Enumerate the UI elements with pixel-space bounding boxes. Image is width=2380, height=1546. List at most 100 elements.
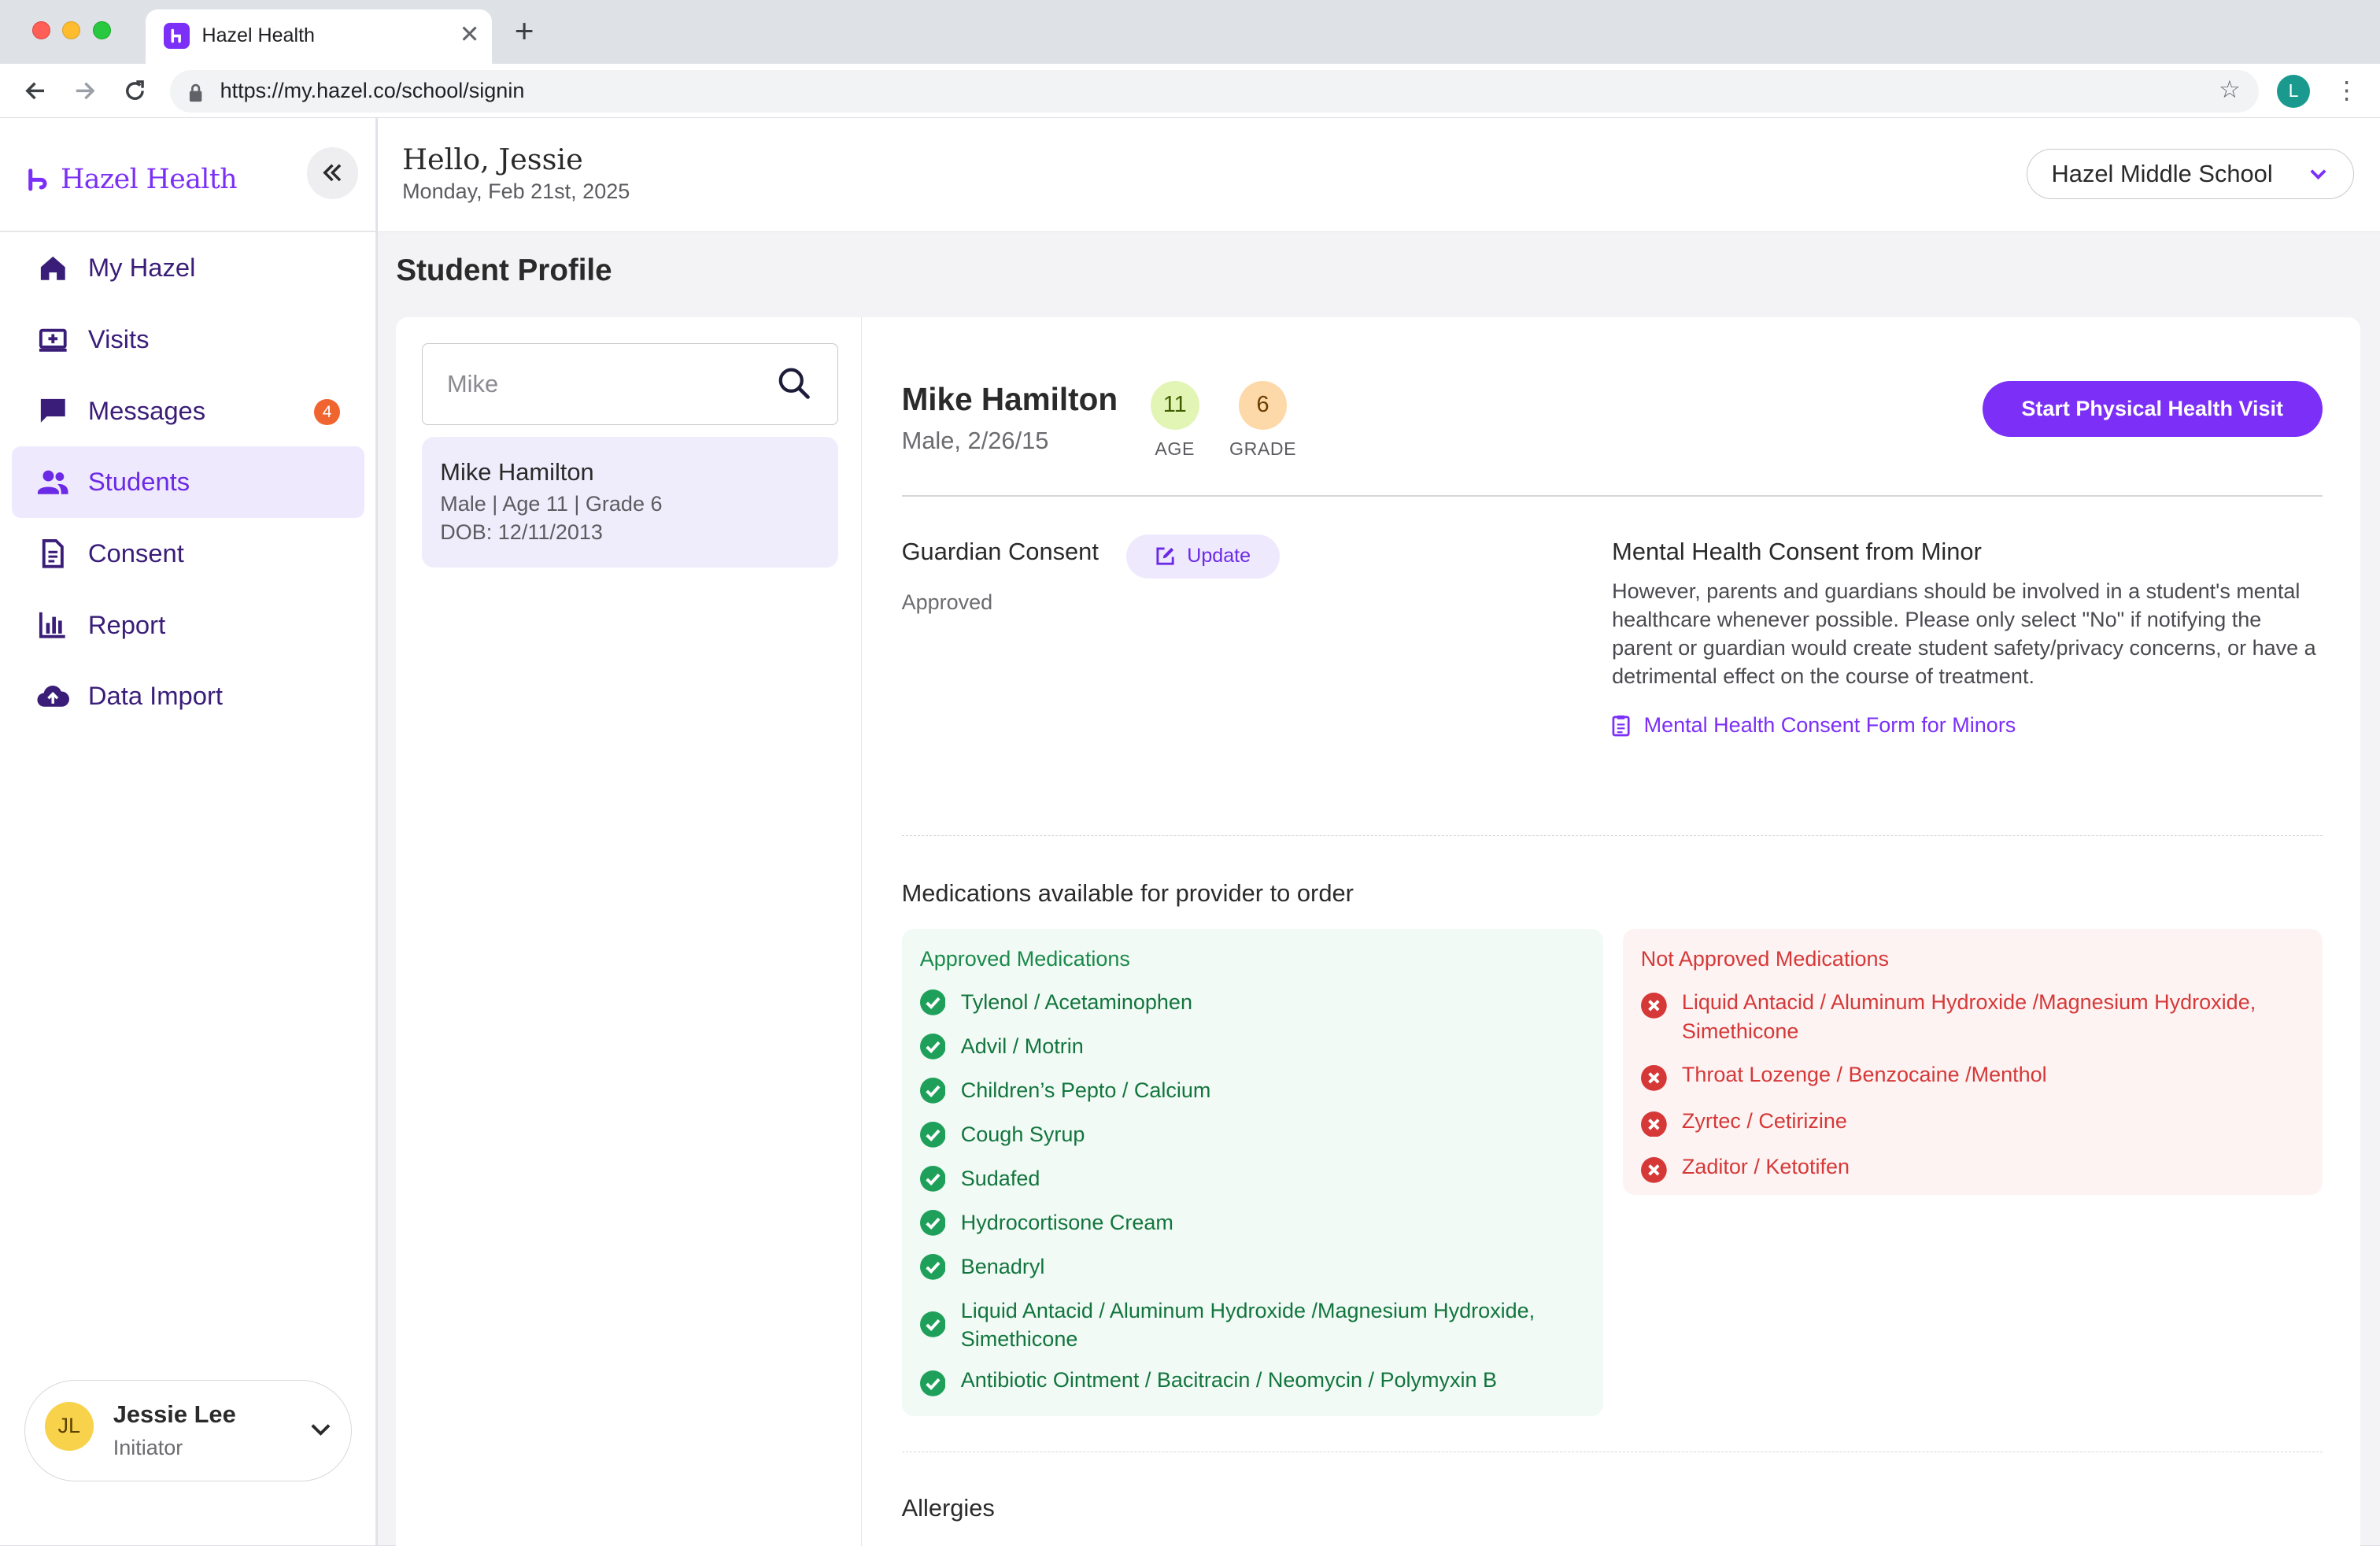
browser-tab-bar: Hazel Health ✕ +	[0, 0, 2380, 64]
student-search-field[interactable]: Mike	[422, 342, 838, 425]
medication-name: Benadryl	[960, 1255, 1045, 1279]
browser-menu-icon[interactable]: ⋮	[2334, 76, 2359, 106]
brand-name: Hazel Health	[61, 164, 237, 196]
sidebar-item-label: Messages	[87, 395, 206, 425]
unread-count-badge: 4	[314, 399, 340, 425]
medication-name: Throat Lozenge / Benzocaine /Menthol	[1681, 1063, 2047, 1087]
user-role: Initiator	[113, 1435, 183, 1459]
check-circle-icon	[919, 1122, 946, 1148]
sidebar-item-data-import[interactable]: Data Import	[12, 660, 364, 732]
home-icon	[36, 251, 69, 284]
browser-tab[interactable]: Hazel Health ✕	[146, 9, 492, 64]
approved-medications-list: Tylenol / Acetaminophen Advil / Motrin C…	[919, 988, 1538, 1411]
collapse-sidebar-button[interactable]	[306, 147, 359, 199]
cloud-upload-icon	[36, 679, 70, 712]
chevron-down-icon	[2308, 163, 2329, 191]
school-selector-value: Hazel Middle School	[2051, 159, 2273, 187]
sidebar-item-label: Consent	[87, 538, 184, 568]
check-circle-icon	[919, 1311, 946, 1337]
list-item: Children’s Pepto / Calcium	[919, 1076, 1538, 1104]
school-selector[interactable]: Hazel Middle School	[2026, 148, 2355, 199]
edit-icon	[1156, 547, 1174, 565]
check-circle-icon	[919, 1370, 946, 1396]
student-result-meta: Male | Age 11 | Grade 6	[440, 491, 663, 516]
list-item: Tylenol / Acetaminophen	[919, 988, 1538, 1016]
sidebar-item-label: Visits	[87, 324, 150, 354]
start-physical-health-visit-button[interactable]: Start Physical Health Visit	[1982, 381, 2323, 438]
sidebar-item-students[interactable]: Students	[12, 446, 364, 518]
sidebar-item-consent[interactable]: Consent	[12, 518, 364, 590]
list-item: Hydrocortisone Cream	[919, 1208, 1538, 1237]
sidebar-item-label: Report	[87, 609, 166, 639]
main-content: Student Profile Mike Mike Hamilton Male …	[378, 232, 2380, 1546]
maximize-window-button[interactable]	[92, 21, 111, 40]
address-bar[interactable]: https://my.hazel.co/school/signin ☆	[170, 69, 2259, 113]
minimize-window-button[interactable]	[62, 21, 81, 40]
user-name: Jessie Lee	[113, 1400, 236, 1429]
list-item: Zaditor / Ketotifen	[1640, 1152, 2259, 1183]
clipboard-icon	[1612, 716, 1630, 737]
reload-icon[interactable]	[120, 76, 150, 106]
page-title: Student Profile	[396, 253, 612, 288]
tab-close-icon[interactable]: ✕	[460, 20, 480, 50]
double-chevron-left-icon	[323, 164, 342, 182]
sidebar-item-messages[interactable]: Messages 4	[12, 375, 364, 446]
search-icon[interactable]	[776, 365, 812, 408]
browser-profile-avatar[interactable]: L	[2276, 74, 2311, 108]
mental-health-consent-form-link[interactable]: Mental Health Consent Form for Minors	[1612, 713, 2016, 738]
bookmark-star-icon[interactable]: ☆	[2219, 76, 2241, 104]
sidebar-nav: My Hazel Visits Messages 4 Students Cons…	[12, 232, 364, 731]
grade-stat: 6 GRADE	[1228, 381, 1298, 460]
list-item: Cough Syrup	[919, 1120, 1538, 1148]
guardian-consent-status: Approved	[901, 590, 993, 615]
medication-name: Advil / Motrin	[960, 1034, 1084, 1059]
medication-name: Liquid Antacid / Aluminum Hydroxide /Mag…	[960, 1298, 1536, 1351]
browser-toolbar: https://my.hazel.co/school/signin ☆ L ⋮	[0, 64, 2380, 119]
sidebar-item-label: My Hazel	[87, 253, 196, 283]
sidebar-item-report[interactable]: Report	[12, 589, 364, 660]
list-item: Liquid Antacid / Aluminum Hydroxide /Mag…	[919, 1296, 1538, 1353]
list-item: Advil / Motrin	[919, 1032, 1538, 1060]
x-circle-icon	[1640, 993, 1667, 1019]
sidebar-item-visits[interactable]: Visits	[12, 304, 364, 375]
current-date: Monday, Feb 21st, 2025	[402, 179, 630, 203]
age-label: AGE	[1155, 438, 1195, 460]
document-icon	[36, 537, 69, 570]
sidebar: Hazel Health My Hazel Visits Messages 4 …	[0, 118, 377, 1546]
list-item: Sudafed	[919, 1164, 1538, 1193]
update-label: Update	[1187, 545, 1251, 568]
medication-name: Zyrtec / Cetirizine	[1681, 1108, 1847, 1133]
new-tab-icon[interactable]: +	[515, 12, 534, 51]
medication-name: Hydrocortisone Cream	[960, 1211, 1173, 1235]
medication-name: Cough Syrup	[960, 1123, 1085, 1147]
medication-name: Children’s Pepto / Calcium	[960, 1078, 1211, 1103]
medication-name: Tylenol / Acetaminophen	[960, 990, 1192, 1015]
url-text: https://my.hazel.co/school/signin	[220, 79, 525, 103]
back-icon[interactable]	[20, 76, 50, 106]
update-consent-button[interactable]: Update	[1126, 534, 1280, 579]
sidebar-item-label: Students	[87, 467, 190, 497]
visits-icon	[36, 323, 69, 356]
close-window-button[interactable]	[31, 21, 50, 40]
sidebar-item-my-hazel[interactable]: My Hazel	[12, 232, 364, 304]
search-input[interactable]: Mike	[447, 370, 498, 398]
sidebar-item-label: Data Import	[87, 681, 223, 711]
forward-icon[interactable]	[70, 76, 101, 106]
message-icon	[36, 394, 69, 427]
check-circle-icon	[919, 989, 946, 1016]
student-search-column: Mike Mike Hamilton Male | Age 11 | Grade…	[396, 317, 863, 1546]
lock-icon	[188, 80, 203, 109]
student-result-card[interactable]: Mike Hamilton Male | Age 11 | Grade 6 DO…	[422, 437, 838, 568]
divider	[901, 494, 2323, 497]
medication-name: Sudafed	[960, 1167, 1040, 1191]
user-menu[interactable]: JL Jessie Lee Initiator	[24, 1380, 353, 1482]
chart-icon	[36, 608, 69, 641]
grade-value: 6	[1238, 381, 1288, 430]
not-approved-medications-list: Liquid Antacid / Aluminum Hydroxide /Mag…	[1640, 988, 2259, 1198]
chevron-down-icon	[309, 1417, 333, 1448]
check-circle-icon	[919, 1034, 946, 1060]
approved-medications-box: Approved Medications Tylenol / Acetamino…	[901, 929, 1603, 1417]
avatar: JL	[44, 1402, 94, 1451]
grade-label: GRADE	[1229, 438, 1297, 460]
brand-logo[interactable]: Hazel Health	[24, 164, 238, 196]
